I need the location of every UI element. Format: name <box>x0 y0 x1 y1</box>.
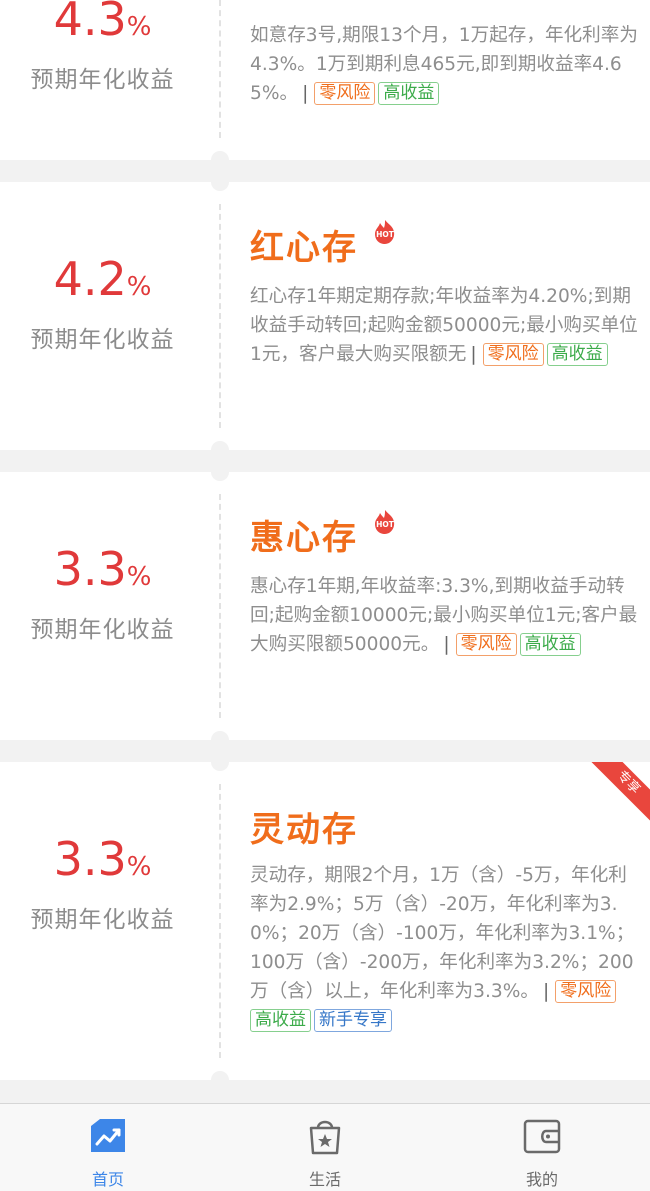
rate-label: 预期年化收益 <box>30 617 175 643</box>
rate-percent: % <box>126 562 152 592</box>
card-notch <box>211 762 229 771</box>
product-description: 红心存1年期定期存款;年收益率为4.20%;到期收益手动转回;起购金额50000… <box>250 282 642 369</box>
rate-block: 4.2% 预期年化收益 <box>0 182 205 450</box>
shopping-bag-icon <box>309 1120 341 1155</box>
hot-icon: HOT <box>375 510 395 534</box>
product-info: 惠心存 HOT 惠心存1年期,年收益率:3.3%,到期收益手动转回;起购金额10… <box>250 472 642 740</box>
rate-value: 4.2% <box>0 252 205 306</box>
divider <box>219 494 221 718</box>
card-notch <box>211 441 229 450</box>
hot-label: HOT <box>376 520 395 529</box>
tab-bar: 首页 生活 我的 <box>0 1103 650 1191</box>
tab-home-label: 首页 <box>91 1170 124 1189</box>
rate-percent: % <box>126 272 152 302</box>
rate-label: 预期年化收益 <box>30 327 175 353</box>
rate-block: 4.3% 预期年化收益 <box>0 0 205 160</box>
rate-number: 4.3 <box>53 0 127 46</box>
divider <box>219 204 221 428</box>
card-notch <box>211 1071 229 1080</box>
tag-zero-risk: 零风险 <box>455 633 517 656</box>
product-card[interactable]: 4.2% 预期年化收益 红心存 HOT 红心存1年期定期存款;年收益率为4.20… <box>0 182 650 450</box>
card-notch <box>211 182 229 191</box>
product-card[interactable]: 3.3% 预期年化收益 惠心存 HOT 惠心存1年期,年收益率:3.3%,到期收… <box>0 472 650 740</box>
rate-block: 3.3% 预期年化收益 <box>0 472 205 740</box>
separator: | <box>302 83 309 104</box>
divider <box>219 0 221 138</box>
product-card[interactable]: 4.3% 预期年化收益 如意存3号,期限13个月，1万起存，年化利率为4.3%。… <box>0 0 650 160</box>
rate-label: 预期年化收益 <box>30 907 175 933</box>
tab-mine[interactable]: 我的 <box>482 1104 602 1191</box>
card-notch <box>211 731 229 740</box>
rate-number: 4.2 <box>53 252 127 306</box>
product-info: 灵动存 灵动存，期限2个月，1万（含）-5万，年化利率为2.9%；5万（含）-2… <box>250 762 642 1080</box>
tag-high-yield: 高收益 <box>378 82 440 105</box>
product-description: 惠心存1年期,年收益率:3.3%,到期收益手动转回;起购金额10000元;最小购… <box>250 572 642 659</box>
card-notch <box>211 151 229 160</box>
rate-number: 3.3 <box>53 542 127 596</box>
description-text: 如意存3号,期限13个月，1万起存，年化利率为4.3%。1万到期利息465元,即… <box>250 25 638 104</box>
tag-newbie-exclusive: 新手专享 <box>314 1009 392 1032</box>
tag-high-yield: 高收益 <box>519 633 581 656</box>
product-description: 如意存3号,期限13个月，1万起存，年化利率为4.3%。1万到期利息465元,即… <box>250 21 642 108</box>
rate-label: 预期年化收益 <box>30 67 175 93</box>
tag-high-yield: 高收益 <box>250 1009 311 1032</box>
rate-percent: % <box>126 852 152 882</box>
separator: | <box>470 344 477 365</box>
app-root: 4.3% 预期年化收益 如意存3号,期限13个月，1万起存，年化利率为4.3%。… <box>0 0 650 1191</box>
product-title: 灵动存 <box>250 810 358 850</box>
rate-value: 4.3% <box>0 0 205 46</box>
rate-number: 3.3 <box>53 832 127 886</box>
product-title: 惠心存 <box>250 518 358 558</box>
product-title: 红心存 <box>250 228 358 268</box>
hot-icon: HOT <box>375 220 395 244</box>
product-description: 灵动存，期限2个月，1万（含）-5万，年化利率为2.9%；5万（含）-20万，年… <box>250 861 642 1035</box>
tab-mine-label: 我的 <box>525 1170 558 1189</box>
rate-value: 3.3% <box>0 832 205 886</box>
trend-chart-icon <box>91 1119 125 1152</box>
card-notch <box>211 472 229 481</box>
rate-percent: % <box>126 12 152 42</box>
tab-life-label: 生活 <box>308 1170 341 1189</box>
tag-high-yield: 高收益 <box>546 343 608 366</box>
product-info: 红心存 HOT 红心存1年期定期存款;年收益率为4.20%;到期收益手动转回;起… <box>250 182 642 450</box>
tab-life[interactable]: 生活 <box>265 1104 385 1191</box>
separator: | <box>542 981 550 1002</box>
wallet-icon <box>523 1119 561 1154</box>
hot-label: HOT <box>376 230 395 239</box>
tab-home[interactable]: 首页 <box>48 1104 168 1191</box>
product-card[interactable]: 专享 3.3% 预期年化收益 灵动存 灵动存，期限2个月，1万（含）-5万，年化… <box>0 762 650 1080</box>
tag-zero-risk: 零风险 <box>555 980 617 1003</box>
tag-zero-risk: 零风险 <box>314 82 376 105</box>
separator: | <box>443 634 450 655</box>
rate-block: 3.3% 预期年化收益 <box>0 762 205 1080</box>
divider <box>219 784 221 1058</box>
product-info: 如意存3号,期限13个月，1万起存，年化利率为4.3%。1万到期利息465元,即… <box>250 0 642 160</box>
rate-value: 3.3% <box>0 542 205 596</box>
tag-zero-risk: 零风险 <box>482 343 544 366</box>
